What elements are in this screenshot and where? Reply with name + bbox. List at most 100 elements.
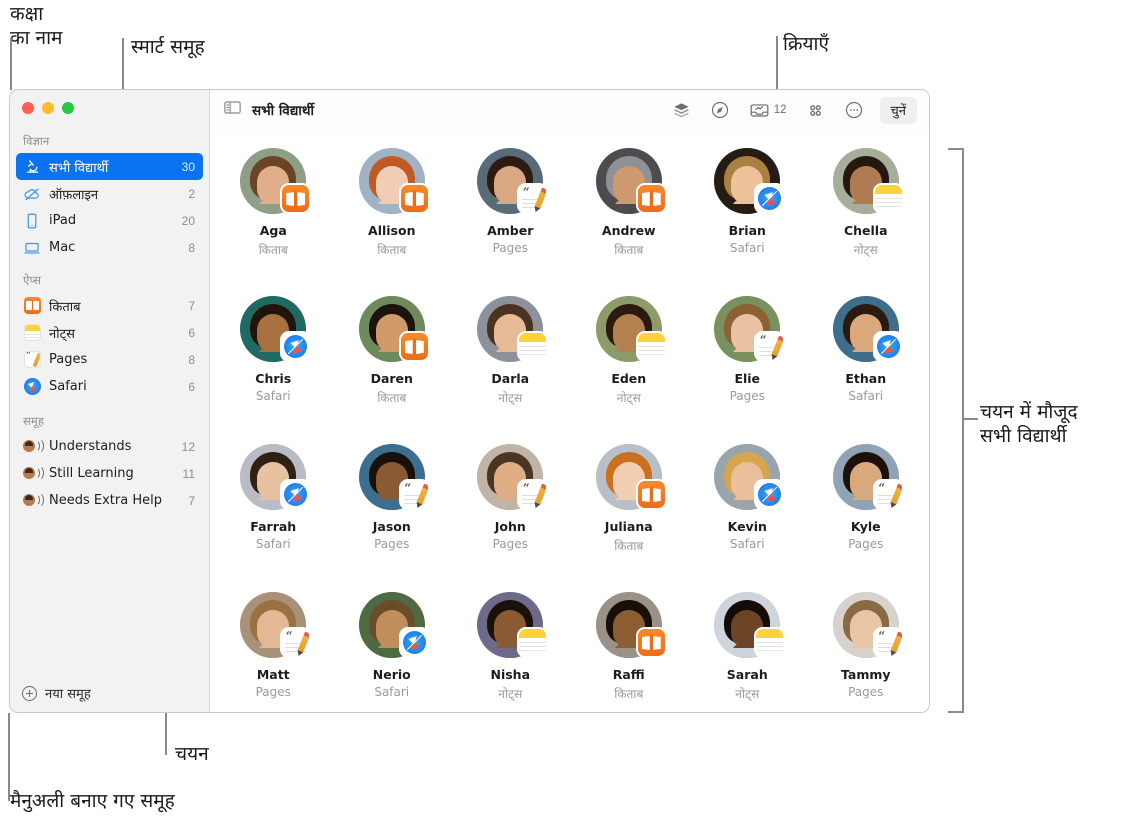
student-app: किताब [377,391,407,405]
avatar-wrap: “ [477,148,547,214]
student-card[interactable]: Farrah Safari [214,434,333,582]
student-app: नोट्स [498,391,523,405]
sidebar-item-books[interactable]: किताब 7 [16,292,203,319]
sidebar-item-offline[interactable]: ऑफ़लाइन 2 [16,180,203,207]
notes-app-icon [23,324,41,342]
more-ellipsis-icon[interactable] [844,100,864,120]
student-card[interactable]: Andrew किताब [570,138,689,286]
navigate-compass-icon[interactable] [710,100,730,120]
student-card[interactable]: “ Kyle Pages [807,434,926,582]
badge-pages-icon: “ [400,481,428,508]
grid-apps-icon[interactable] [806,101,825,120]
badge-books-icon [637,185,665,212]
student-grid: Aga किताब Allison किताब “ Amber Pages Andrew कित… [210,130,929,712]
badge-safari-icon [874,333,902,360]
student-name: Daren [370,371,413,386]
student-app: किताब [614,243,644,257]
offline-cloud-icon [23,185,41,203]
sidebar-item-label: Understands [49,439,132,454]
avatar-wrap [240,444,310,510]
sidebar-item-label: iPad [49,213,77,228]
sidebar-scroll[interactable]: विज्ञान सभी विद्यार्थी 30 ऑफ़लाइन 2 iPad… [10,126,209,674]
badge-books-icon [637,629,665,656]
student-card[interactable]: Chella नोट्स [807,138,926,286]
badge-safari-icon [756,185,784,212]
badge-books-icon [637,481,665,508]
student-card[interactable]: Darla नोट्स [451,286,570,434]
student-card[interactable]: “ Jason Pages [333,434,452,582]
avatar-wrap [714,444,784,510]
annotation-actions: क्रियाएँ [783,33,829,55]
new-group-label: नया समूह [45,687,91,702]
student-card[interactable]: Sarah नोट्स [688,582,807,712]
choose-button[interactable]: चुनें [879,96,917,124]
sidebar-item-mac[interactable]: Mac 8 [16,234,203,261]
badge-safari-icon [282,333,310,360]
new-group-button[interactable]: नया समूह [10,674,209,712]
sidebar-item-ipad[interactable]: iPad 20 [16,207,203,234]
avatar-wrap: “ [358,444,428,510]
student-card[interactable]: “ Matt Pages [214,582,333,712]
student-card[interactable]: Aga किताब [214,138,333,286]
student-card[interactable]: Brian Safari [688,138,807,286]
sidebar-item-still-learning[interactable]: Still Learning 11 [16,460,203,487]
sidebar-item-notes[interactable]: नोट्स 6 [16,319,203,346]
badge-pages-icon: “ [282,629,310,656]
badge-safari-icon [282,481,310,508]
student-name: Sarah [726,667,768,682]
avatar-wrap: “ [832,592,902,658]
student-card[interactable]: Nerio Safari [333,582,452,712]
student-app: Safari [255,389,291,403]
student-card[interactable]: Daren किताब [333,286,452,434]
student-card[interactable]: Chris Safari [214,286,333,434]
layers-icon[interactable] [672,101,691,120]
sidebar-toggle-icon[interactable] [224,100,241,120]
leader-selection [165,713,167,755]
student-card[interactable]: Nisha नोट्स [451,582,570,712]
student-app: Pages [374,537,410,551]
sidebar-item-label: Needs Extra Help [49,493,162,508]
student-app: Pages [492,537,528,551]
badge-pages-icon: “ [519,185,547,212]
student-name: Chella [843,223,888,238]
student-app: किताब [614,687,644,701]
student-card[interactable]: “ Elie Pages [688,286,807,434]
student-card[interactable]: Allison किताब [333,138,452,286]
pages-app-icon: “ [23,351,41,369]
sidebar-item-count: 8 [188,352,195,367]
student-card[interactable]: Juliana किताब [570,434,689,582]
avatar-wrap [477,296,547,362]
sidebar-item-all-students[interactable]: सभी विद्यार्थी 30 [16,153,203,180]
zoom-button[interactable] [62,102,74,114]
student-name: Raffi [612,667,645,682]
student-card[interactable]: “ Tammy Pages [807,582,926,712]
student-app: Pages [255,685,291,699]
books-app-icon [23,297,41,315]
student-name: Elie [734,371,761,386]
window-traffic-lights [10,90,209,126]
close-button[interactable] [22,102,34,114]
avatar-wrap: “ [714,296,784,362]
student-name: Nisha [490,667,531,682]
annotation-manual-groups: मैनुअली बनाए गए समूह [10,790,175,812]
student-card[interactable]: Raffi किताब [570,582,689,712]
sidebar-item-label: किताब [49,299,81,315]
student-card[interactable]: Ethan Safari [807,286,926,434]
student-card[interactable]: “ John Pages [451,434,570,582]
avatar-wrap [595,296,665,362]
student-name: Darla [491,371,530,386]
sidebar-item-safari[interactable]: Safari 6 [16,373,203,400]
student-app: किताब [377,243,407,257]
minimize-button[interactable] [42,102,54,114]
sidebar-item-pages[interactable]: “ Pages 8 [16,346,203,373]
sidebar-item-understands[interactable]: Understands 12 [16,433,203,460]
student-card[interactable]: “ Amber Pages [451,138,570,286]
badge-notes-icon [637,333,665,360]
sidebar-item-count: 20 [181,213,195,228]
inbox-tray-icon[interactable]: 12 [749,101,787,119]
student-card[interactable]: Eden नोट्स [570,286,689,434]
sidebar-item-needs-extra-help[interactable]: Needs Extra Help 7 [16,487,203,514]
sidebar-item-label: नोट्स [49,326,75,342]
student-card[interactable]: Kevin Safari [688,434,807,582]
avatar-wrap [358,148,428,214]
